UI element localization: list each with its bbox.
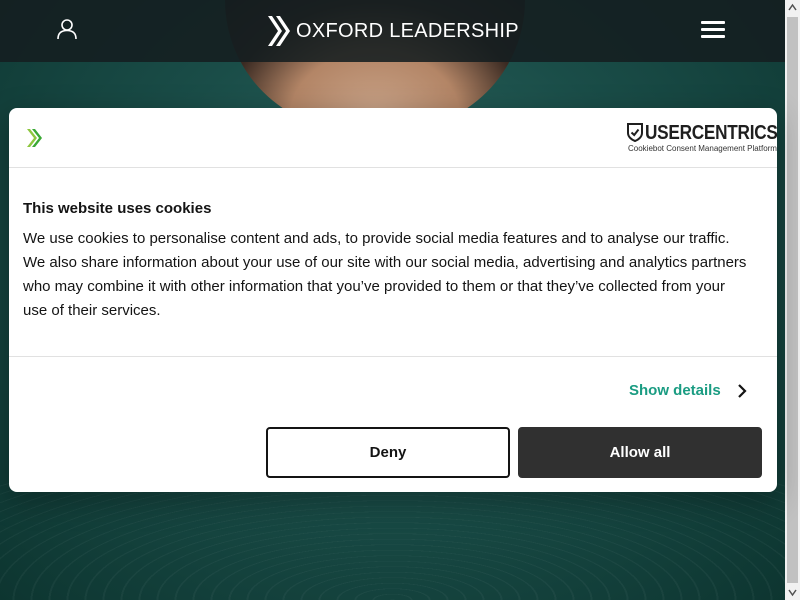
deny-button[interactable]: Deny	[266, 427, 510, 478]
shield-check-icon	[627, 123, 643, 142]
dialog-title: This website uses cookies	[23, 200, 212, 217]
cookie-consent-dialog: USERCENTRICS Cookiebot Consent Managemen…	[9, 108, 778, 492]
user-icon[interactable]	[56, 18, 78, 40]
logo-text: OXFORD LEADERSHIP	[296, 19, 519, 42]
scroll-down-arrow-icon[interactable]	[785, 585, 800, 600]
scrollbar[interactable]	[785, 0, 800, 600]
dialog-divider	[9, 356, 777, 357]
show-details-link[interactable]: Show details	[629, 382, 747, 399]
allow-all-button[interactable]: Allow all	[518, 427, 762, 478]
chevron-right-icon	[737, 383, 747, 398]
usercentrics-wordmark: USERCENTRICS	[645, 122, 778, 144]
dialog-description: We use cookies to personalise content an…	[23, 230, 747, 319]
hero-pattern	[0, 480, 785, 600]
dialog-header: USERCENTRICS Cookiebot Consent Managemen…	[9, 108, 778, 168]
site-header: OXFORD LEADERSHIP	[0, 0, 785, 62]
dialog-body: This website uses cookies We use cookies…	[23, 200, 753, 323]
hamburger-menu-icon[interactable]	[701, 21, 725, 41]
usercentrics-tagline: Cookiebot Consent Management Platform	[628, 144, 777, 153]
site-logo[interactable]: OXFORD LEADERSHIP	[266, 14, 519, 48]
show-details-label: Show details	[629, 382, 721, 399]
brand-chevron-icon	[27, 129, 42, 147]
scroll-up-arrow-icon[interactable]	[785, 0, 800, 15]
usercentrics-logo[interactable]: USERCENTRICS Cookiebot Consent Managemen…	[627, 122, 778, 154]
logo-chevron-icon	[268, 16, 290, 46]
scrollbar-thumb[interactable]	[787, 17, 798, 583]
